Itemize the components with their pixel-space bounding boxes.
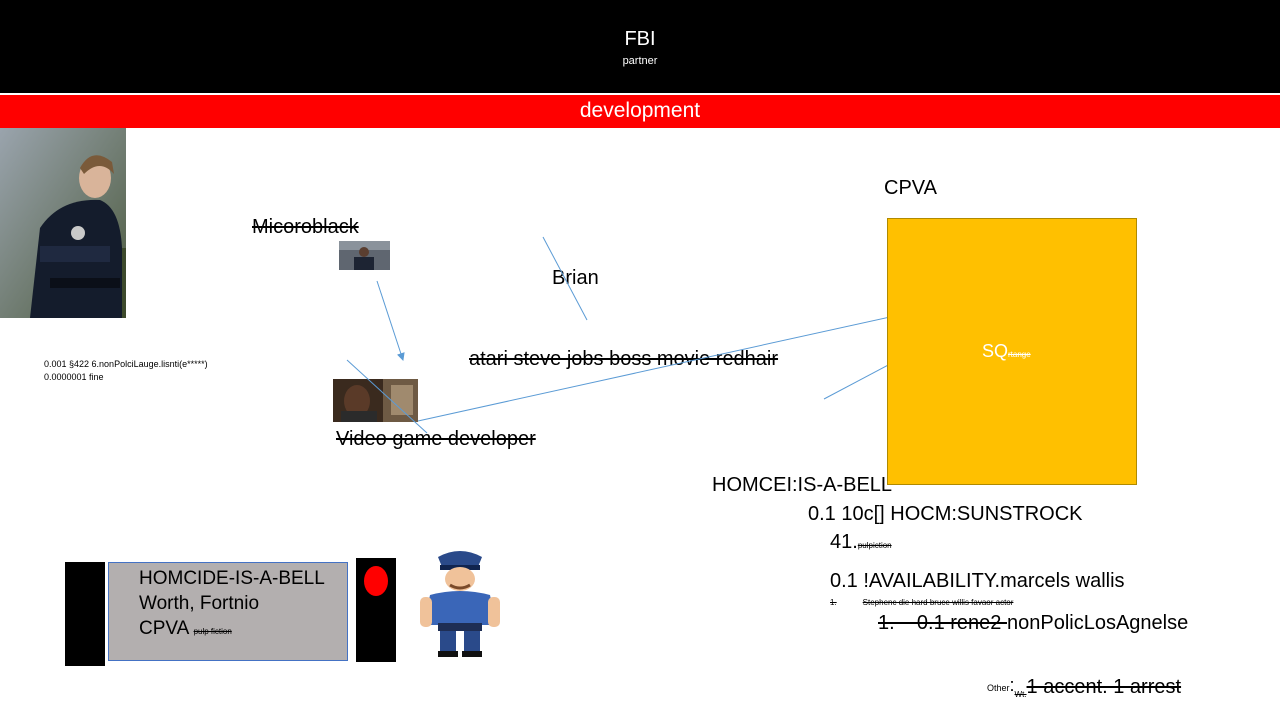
black-traffic-light xyxy=(356,558,396,662)
gray-info-box: HOMCIDE-IS-A-BELL Worth, Fortnio CPVA pu… xyxy=(108,562,348,661)
list-line-5-text: Stephenc die hard bruce willis favaor ac… xyxy=(862,598,1014,607)
graybox-line-3-small: pulp fiction xyxy=(193,627,232,636)
list-line-6: 1. 0.1 rene2 nonPolicLosAgnelse xyxy=(878,612,1188,635)
other-wt: Wt. xyxy=(1014,690,1027,699)
list-line-1: HOMCEI:IS-A-BELL xyxy=(712,474,893,496)
square-small-text: rtange xyxy=(1008,350,1031,359)
graybox-line-1: HOMCIDE-IS-A-BELL xyxy=(139,568,325,589)
police-cartoon-icon xyxy=(416,547,504,659)
square-text: SQrtange xyxy=(982,341,1031,362)
other-label: Other xyxy=(987,683,1010,693)
square-main-text: SQ xyxy=(982,341,1009,361)
arrow-micoroblack-to-developer xyxy=(376,280,405,361)
list-line-6-struck: 1. 0.1 rene2 xyxy=(878,612,1007,634)
line-developer-diagonal xyxy=(346,359,428,434)
cpva-label: CPVA xyxy=(884,177,937,199)
list-line-5: 1. Stephenc die hard bruce willis favaor … xyxy=(830,598,1013,607)
graybox-line-3-main: CPVA xyxy=(139,618,189,639)
other-struck-text: 1 accent. 1 arrest xyxy=(1026,676,1182,698)
list-line-5-num: 1. xyxy=(830,598,837,607)
list-line-2: 0.1 10c[] HOCM:SUNSTROCK xyxy=(808,503,1083,525)
graybox-line-2: Worth, Fortnio xyxy=(139,593,260,614)
list-line-6-plain: nonPolicLosAgnelse xyxy=(1006,612,1189,634)
list-line-3-main: 41. xyxy=(830,531,858,553)
line-brian xyxy=(542,236,588,321)
list-line-3-small: pulpiction xyxy=(857,541,892,550)
other-colon: : xyxy=(1009,675,1015,695)
list-line-3: 41.pulpiction xyxy=(830,531,892,554)
red-light-icon xyxy=(364,566,388,596)
other-line: Other:Wt.1 accent. 1 arrest xyxy=(987,674,1182,699)
graybox-line-3: CPVA pulp fiction xyxy=(139,616,347,644)
list-line-4: 0.1 !AVAILABILITY.marcels wallis xyxy=(830,570,1125,592)
black-bar-left xyxy=(65,562,105,666)
